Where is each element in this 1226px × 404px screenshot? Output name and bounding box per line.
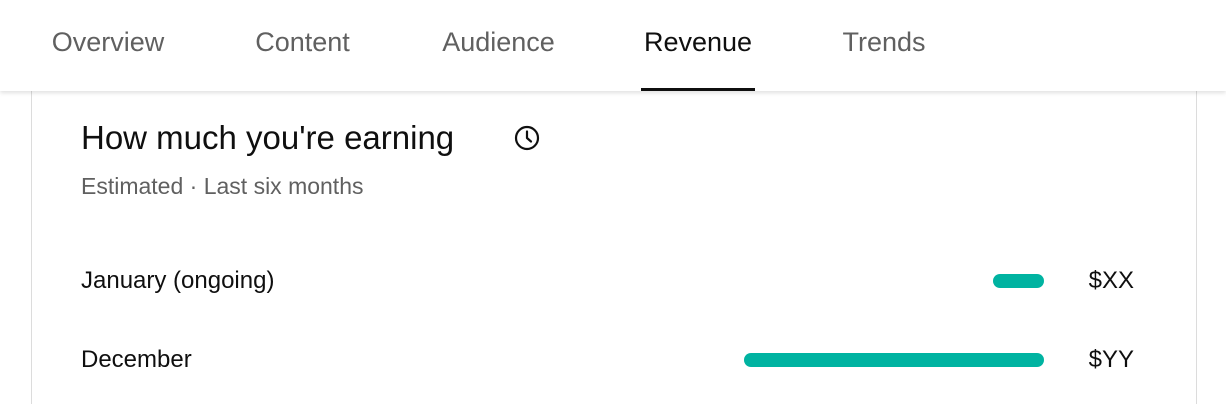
- tab-content[interactable]: Content: [249, 0, 356, 91]
- revenue-bar: [744, 353, 1044, 367]
- clock-icon[interactable]: [513, 124, 541, 152]
- revenue-bar-track: [744, 353, 1044, 367]
- revenue-bar: [993, 274, 1044, 288]
- revenue-row-january: January (ongoing) $XX: [32, 263, 1198, 303]
- card-subtitle: Estimated · Last six months: [81, 173, 364, 199]
- revenue-row-december: December $YY: [32, 342, 1198, 382]
- tab-trends[interactable]: Trends: [838, 0, 930, 91]
- revenue-bar-track: [744, 274, 1044, 288]
- month-label: January (ongoing): [81, 267, 275, 294]
- month-label: December: [81, 346, 192, 373]
- tab-overview[interactable]: Overview: [47, 0, 169, 91]
- revenue-value: $XX: [1088, 267, 1134, 294]
- analytics-page: Overview Content Audience Revenue Trends…: [0, 0, 1226, 404]
- tab-bar: Overview Content Audience Revenue Trends: [0, 0, 1226, 91]
- tab-revenue[interactable]: Revenue: [641, 0, 755, 91]
- tab-audience[interactable]: Audience: [436, 0, 561, 91]
- revenue-value: $YY: [1088, 346, 1134, 373]
- revenue-card: How much you're earning Estimated · Last…: [31, 91, 1197, 404]
- card-title: How much you're earning: [81, 119, 455, 156]
